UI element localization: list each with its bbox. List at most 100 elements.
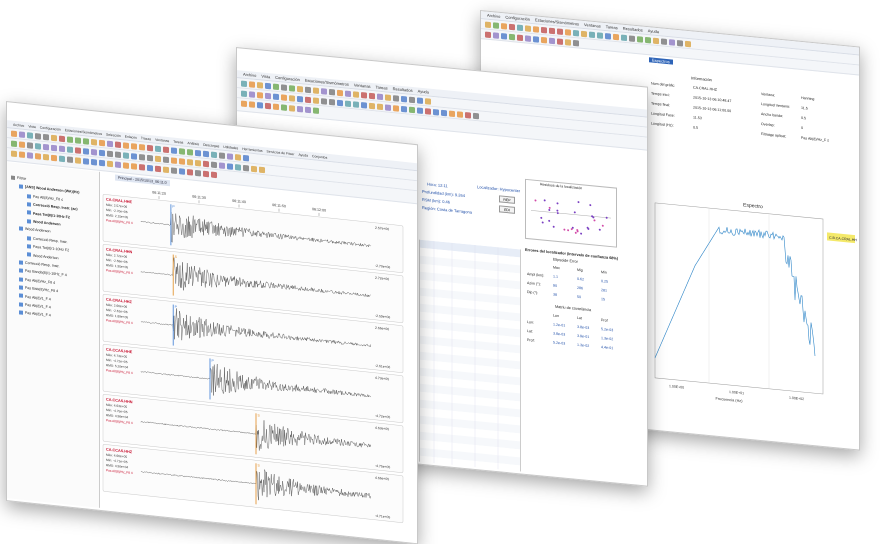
toolbar-button-icon[interactable]: [59, 155, 65, 162]
toolbar-button-icon[interactable]: [259, 166, 265, 173]
toolbar-button-icon[interactable]: [147, 154, 153, 161]
toolbar-button-icon[interactable]: [273, 93, 279, 100]
toolbar-button-icon[interactable]: [501, 32, 507, 40]
toolbar-button-icon[interactable]: [219, 151, 225, 159]
toolbar-button-icon[interactable]: [115, 140, 121, 148]
toolbar-button-icon[interactable]: [305, 86, 311, 93]
toolbar-button-icon[interactable]: [243, 164, 249, 172]
toolbar-button-icon[interactable]: [27, 131, 33, 139]
toolbar-button-icon[interactable]: [653, 37, 659, 44]
toolbar-button-icon[interactable]: [661, 37, 667, 45]
toolbar-button-icon[interactable]: [501, 22, 507, 30]
toolbar-button-icon[interactable]: [99, 139, 105, 146]
menu-item-front-13[interactable]: Servicios de Fitxer: [267, 149, 295, 156]
menu-item-front-6[interactable]: Trazas: [141, 136, 151, 141]
toolbar-button-icon[interactable]: [11, 130, 17, 137]
toolbar-button-icon[interactable]: [549, 27, 555, 34]
toolbar-button-icon[interactable]: [557, 27, 563, 35]
toolbar-button-icon[interactable]: [107, 160, 113, 167]
toolbar-button-icon[interactable]: [509, 23, 515, 30]
toolbar-button-icon[interactable]: [345, 89, 351, 97]
menu-item-back-5[interactable]: Resultados: [623, 26, 643, 33]
toolbar-button-icon[interactable]: [525, 34, 531, 42]
toolbar-button-icon[interactable]: [401, 95, 407, 102]
toolbar-button-icon[interactable]: [11, 150, 17, 157]
tree-item[interactable]: Pas Alt(8)/1_F 4: [19, 304, 51, 325]
toolbar-button-icon[interactable]: [321, 97, 327, 105]
toolbar-button-icon[interactable]: [147, 164, 153, 171]
toolbar-button-icon[interactable]: [361, 91, 367, 99]
menu-item-front-1[interactable]: Vista: [28, 124, 35, 129]
toolbar-button-icon[interactable]: [75, 156, 81, 164]
toolbar-button-icon[interactable]: [27, 141, 33, 149]
toolbar-button-icon[interactable]: [433, 108, 439, 116]
toolbar-button-icon[interactable]: [273, 103, 279, 110]
toolbar-button-icon[interactable]: [565, 38, 571, 46]
toolbar-button-icon[interactable]: [645, 36, 651, 43]
toolbar-button-icon[interactable]: [211, 151, 217, 158]
menu-item-back-4[interactable]: Tareas: [606, 24, 618, 30]
toolbar-button-icon[interactable]: [281, 83, 287, 91]
toolbar-button-icon[interactable]: [493, 21, 499, 29]
toolbar-button-icon[interactable]: [493, 31, 499, 39]
toolbar-button-icon[interactable]: [249, 80, 255, 88]
menu-item-front-12[interactable]: Herramientas: [242, 146, 262, 152]
toolbar-button-icon[interactable]: [107, 140, 113, 147]
toolbar-button-icon[interactable]: [203, 150, 209, 157]
toolbar-button-icon[interactable]: [131, 162, 137, 170]
menu-item-front-2[interactable]: Configuración: [40, 125, 61, 131]
toolbar-button-icon[interactable]: [19, 140, 25, 148]
toolbar-button-icon[interactable]: [211, 161, 217, 168]
toolbar-button-icon[interactable]: [473, 112, 479, 119]
toolbar-button-icon[interactable]: [425, 107, 431, 115]
toolbar-button-icon[interactable]: [605, 32, 611, 40]
toolbar-button-icon[interactable]: [525, 24, 531, 32]
toolbar-button-icon[interactable]: [677, 39, 683, 47]
toolbar-button-icon[interactable]: [211, 171, 217, 178]
toolbar-button-icon[interactable]: [297, 85, 303, 92]
toolbar-button-icon[interactable]: [91, 148, 97, 156]
toolbar-button-icon[interactable]: [187, 168, 193, 176]
toolbar-button-icon[interactable]: [589, 30, 595, 38]
toolbar-button-icon[interactable]: [155, 165, 161, 172]
toolbar-button-icon[interactable]: [353, 100, 359, 108]
toolbar-button-icon[interactable]: [241, 99, 247, 107]
toolbar-button-icon[interactable]: [163, 166, 169, 173]
toolbar-button-icon[interactable]: [251, 165, 257, 172]
toolbar-button-icon[interactable]: [329, 88, 335, 96]
toolbar-button-icon[interactable]: [369, 102, 375, 109]
menu-item-front-7[interactable]: Ventanas: [155, 137, 169, 142]
toolbar-button-icon[interactable]: [385, 103, 391, 111]
toolbar-button-icon[interactable]: [409, 96, 415, 103]
toolbar-button-icon[interactable]: [139, 143, 145, 151]
toolbar-button-icon[interactable]: [67, 145, 73, 153]
toolbar-button-icon[interactable]: [227, 152, 233, 160]
toolbar-button-icon[interactable]: [685, 40, 691, 47]
toolbar-button-icon[interactable]: [337, 89, 343, 96]
toolbar-button-icon[interactable]: [123, 151, 129, 159]
toolbar-button-icon[interactable]: [249, 90, 255, 98]
menu-item-front-9[interactable]: Análisis: [187, 141, 199, 146]
toolbar-button-icon[interactable]: [417, 106, 423, 114]
toolbar-button-icon[interactable]: [91, 158, 97, 166]
menu-item-front-10[interactable]: Descargas: [203, 142, 219, 148]
toolbar-button-icon[interactable]: [573, 39, 579, 47]
toolbar-button-icon[interactable]: [377, 103, 383, 110]
toolbar-button-icon[interactable]: [297, 95, 303, 102]
toolbar-button-icon[interactable]: [179, 147, 185, 155]
toolbar-button-icon[interactable]: [35, 142, 41, 150]
toolbar-button-icon[interactable]: [51, 154, 57, 161]
toolbar-button-icon[interactable]: [227, 162, 233, 170]
toolbar-button-icon[interactable]: [557, 37, 563, 45]
menu-item-mid-5[interactable]: Tareas: [376, 84, 388, 90]
toolbar-button-icon[interactable]: [195, 159, 201, 166]
toolbar-button-icon[interactable]: [565, 28, 571, 36]
toolbar-button-icon[interactable]: [83, 137, 89, 145]
toolbar-button-icon[interactable]: [581, 30, 587, 37]
toolbar-button-icon[interactable]: [385, 93, 391, 101]
menu-item-mid-4[interactable]: Ventanas: [354, 82, 371, 89]
toolbar-button-icon[interactable]: [409, 106, 415, 113]
toolbar-button-icon[interactable]: [305, 106, 311, 113]
menu-item-front-8[interactable]: Tareas: [173, 139, 183, 144]
toolbar-button-icon[interactable]: [669, 38, 675, 46]
